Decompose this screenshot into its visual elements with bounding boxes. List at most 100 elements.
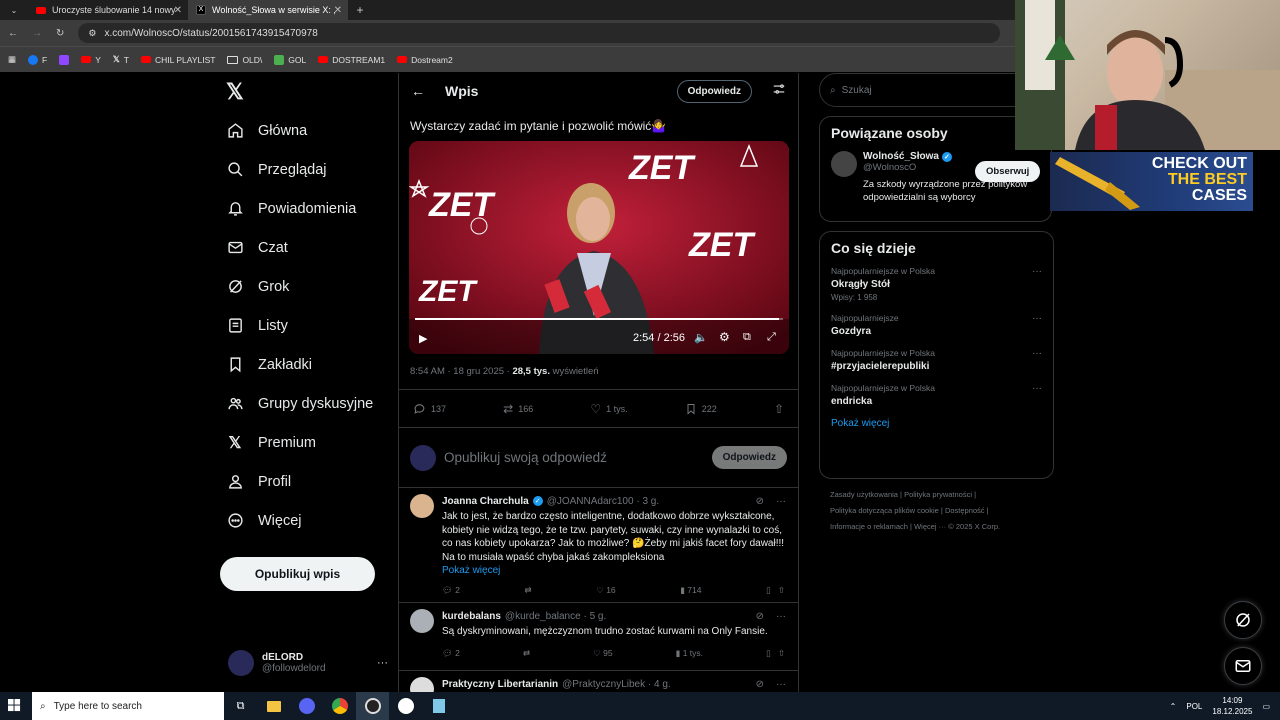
like-action[interactable]: ♡ 1 tys.: [590, 402, 627, 416]
reply-action[interactable]: 💬︎ 2: [442, 585, 460, 596]
like-action[interactable]: ♡ 16: [596, 585, 615, 596]
post-button[interactable]: Opublikuj wpis: [220, 557, 375, 591]
discord-icon[interactable]: [290, 692, 323, 720]
repost-action[interactable]: ⇄ 166: [503, 402, 533, 416]
footer-link[interactable]: Polityka dotycząca plików cookie: [830, 506, 939, 515]
windows-start-icon[interactable]: [8, 699, 21, 717]
back-arrow-icon[interactable]: ←: [411, 83, 425, 99]
reply-item[interactable]: Joanna Charchula ✓ @JOANNAdarc100 · 3 g. J…: [399, 488, 798, 603]
nav-profile[interactable]: Profil: [220, 462, 390, 501]
nav-home[interactable]: Główna: [220, 111, 390, 150]
bookmark-item[interactable]: CHIL PLAYLIST: [140, 55, 215, 65]
nav-explore[interactable]: Przeglądaj: [220, 150, 390, 189]
ad-banner[interactable]: CHECK OUT THE BEST CASES: [1050, 152, 1253, 211]
share-action[interactable]: ⇧: [774, 402, 784, 416]
bookmark-item[interactable]: [59, 54, 70, 65]
clock[interactable]: 14:09 18.12.2025: [1212, 695, 1252, 717]
repost-action[interactable]: ⇄: [524, 585, 531, 596]
reply-author[interactable]: kurdebalans: [442, 611, 501, 622]
bookmark-item[interactable]: GOL: [274, 54, 306, 65]
site-info-icon[interactable]: ⚙: [88, 28, 96, 39]
reply-input[interactable]: Opublikuj swoją odpowiedź: [444, 450, 704, 465]
more-icon[interactable]: ···: [1032, 348, 1042, 359]
footer-link[interactable]: Więcej ···: [914, 522, 946, 531]
reply-submit-button[interactable]: Odpowiedz: [711, 446, 787, 469]
reply-action[interactable]: 💬︎ 2: [442, 648, 460, 659]
tray-chevron-icon[interactable]: ⌃: [1170, 702, 1177, 711]
task-view-icon[interactable]: ⧉: [224, 692, 257, 720]
trend-item[interactable]: Najpopularniejsze w Polska endricka ···: [831, 383, 1042, 407]
views-action[interactable]: ▮ 1 tys.: [676, 648, 703, 659]
nav-grok[interactable]: Grok: [220, 267, 390, 306]
more-icon[interactable]: ···: [776, 496, 786, 507]
volume-icon[interactable]: 🔈: [694, 331, 708, 344]
follow-button[interactable]: Obserwuj: [975, 161, 1041, 182]
x-logo-icon[interactable]: 𝕏: [220, 73, 390, 111]
forward-icon[interactable]: →: [32, 28, 42, 39]
bookmark-action[interactable]: ▯ ⇧: [766, 585, 785, 596]
nav-bookmarks[interactable]: Zakładki: [220, 345, 390, 384]
related-name[interactable]: Wolność_Słowa: [863, 151, 939, 162]
more-icon[interactable]: ···: [1032, 313, 1042, 324]
browser-tab-2[interactable]: X Wolność_Słowa w serwisie X: , ✕: [188, 0, 348, 20]
grok-icon[interactable]: ⊘: [756, 679, 764, 690]
trend-item[interactable]: Najpopularniejsze w Polska #przyjacielere…: [831, 348, 1042, 372]
trend-item[interactable]: Najpopularniejsze w Polska Okrągły Stół Wp…: [831, 266, 1042, 302]
bookmark-action[interactable]: 222: [685, 403, 717, 415]
footer-link[interactable]: Informacje o reklamach: [830, 522, 908, 531]
nav-premium[interactable]: 𝕏 Premium: [220, 423, 390, 462]
nav-more[interactable]: Więcej: [220, 501, 390, 540]
video-player[interactable]: ZET ZET ZET ZET ▶ 2:54 / 2:56 🔈 ⚙ ⧉ ⤢: [409, 141, 789, 354]
grok-icon[interactable]: ⊘: [756, 611, 764, 622]
avatar[interactable]: [831, 151, 857, 177]
close-tab-icon[interactable]: ✕: [174, 5, 182, 16]
nav-chat[interactable]: Czat: [220, 228, 390, 267]
bookmark-item[interactable]: Y: [81, 55, 101, 65]
bookmark-action[interactable]: ▯ ⇧: [766, 648, 785, 659]
chrome-icon[interactable]: [323, 692, 356, 720]
sliders-icon[interactable]: [772, 82, 786, 101]
notifications-icon[interactable]: ▭: [1262, 702, 1270, 711]
nav-lists[interactable]: Listy: [220, 306, 390, 345]
nav-notifications[interactable]: Powiadomienia: [220, 189, 390, 228]
fullscreen-icon[interactable]: ⤢: [767, 331, 776, 344]
tab-search-icon[interactable]: ⌄: [0, 0, 28, 20]
video-progress-track[interactable]: [415, 318, 783, 320]
bookmark-item[interactable]: DOSTREAM1: [318, 55, 385, 65]
file-explorer-icon[interactable]: [257, 692, 290, 720]
reply-author[interactable]: Praktyczny Libertarianin: [442, 679, 558, 690]
footer-link[interactable]: Dostępność: [945, 506, 985, 515]
grok-fab-button[interactable]: [1224, 601, 1262, 639]
reload-icon[interactable]: ↻: [56, 28, 64, 39]
reply-author[interactable]: Joanna Charchula: [442, 496, 529, 507]
footer-link[interactable]: Zasady użytkowania: [830, 490, 898, 499]
messages-fab-button[interactable]: [1224, 647, 1262, 685]
reply-item[interactable]: kurdebalans @kurde_balance · 5 g. Są dysk…: [399, 603, 798, 671]
show-more-link[interactable]: Pokaż więcej: [831, 418, 1042, 429]
bookmark-item[interactable]: F: [28, 54, 47, 65]
more-icon[interactable]: ···: [1032, 266, 1042, 277]
notepad-icon[interactable]: [422, 692, 455, 720]
pip-icon[interactable]: ⧉: [743, 331, 751, 344]
trend-item[interactable]: Najpopularniejsze Gozdyra ···: [831, 313, 1042, 337]
more-icon[interactable]: ···: [776, 611, 786, 622]
app-icon[interactable]: [389, 692, 422, 720]
back-icon[interactable]: ←: [8, 28, 18, 39]
taskbar-search-input[interactable]: ⌕ Type here to search: [32, 692, 224, 720]
grok-icon[interactable]: ⊘: [756, 496, 764, 507]
more-icon[interactable]: ···: [776, 679, 786, 690]
post-time[interactable]: 8:54 AM · 18 gru 2025 ·: [410, 366, 512, 377]
bookmark-item[interactable]: 𝕏T: [113, 54, 129, 65]
reply-item[interactable]: Praktyczny Libertarianin @PraktycznyLibek…: [399, 671, 798, 693]
settings-gear-icon[interactable]: ⚙: [719, 330, 730, 344]
repost-action[interactable]: ⇄: [523, 648, 530, 659]
more-icon[interactable]: ···: [1032, 383, 1042, 394]
account-switcher[interactable]: dELORD @followdelord ···: [228, 647, 388, 679]
apps-icon[interactable]: ▦: [8, 54, 16, 65]
reply-action[interactable]: 137: [413, 402, 446, 415]
bookmark-item[interactable]: Dostream2: [397, 55, 453, 65]
obs-icon[interactable]: [356, 692, 389, 720]
browser-tab-1[interactable]: Uroczyste ślubowanie 14 nowy ✕: [28, 0, 188, 20]
language-indicator[interactable]: POL: [1186, 702, 1202, 711]
play-icon[interactable]: ▶: [419, 332, 427, 345]
